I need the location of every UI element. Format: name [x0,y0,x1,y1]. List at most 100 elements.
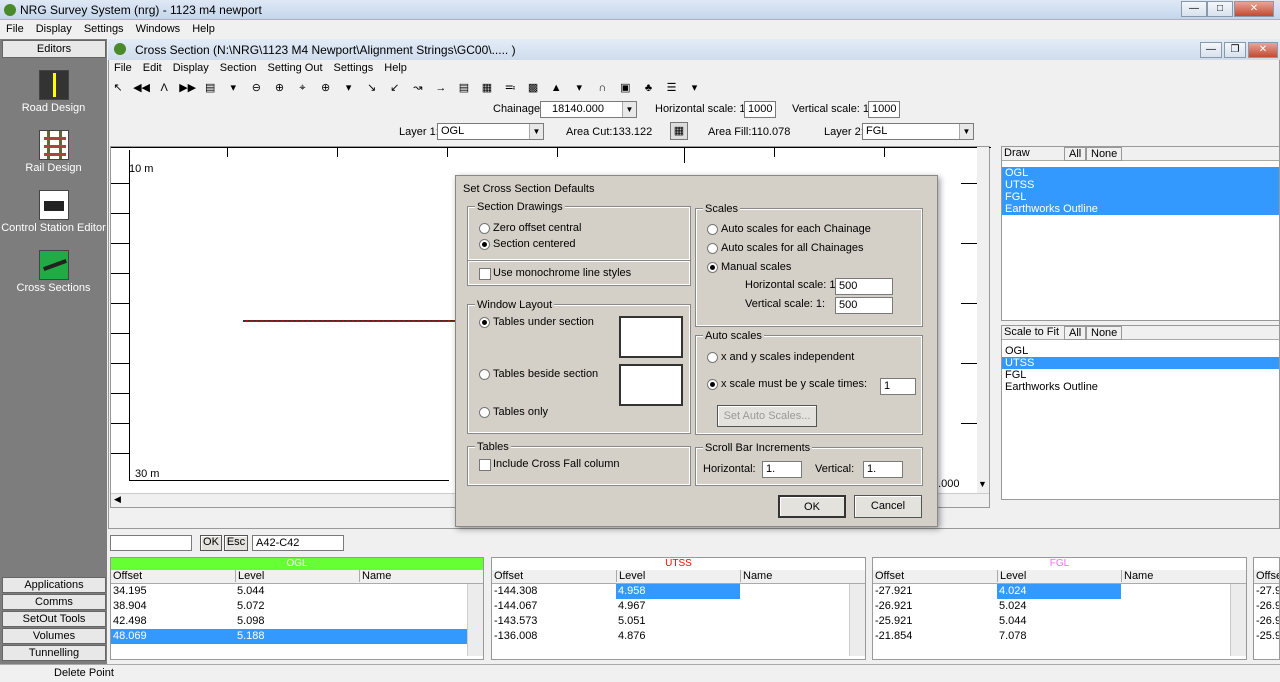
dropdown-icon[interactable]: ▾ [225,81,241,95]
hscale-input[interactable]: 1000 [744,101,776,118]
tunnel-icon[interactable]: ▣ [617,81,633,95]
layer2-select[interactable]: FGL ▼ [862,123,974,140]
child-minimize-button[interactable]: — [1200,42,1222,58]
chevron-down-icon[interactable]: ▼ [622,102,636,117]
arrow-right-icon[interactable]: → [433,81,449,95]
setout-tools-button[interactable]: SetOut Tools [2,611,106,627]
point-name-field[interactable]: A42-C42 [252,535,344,551]
table-row[interactable]: -21.854 7.078 [873,629,1246,644]
xy-independent-radio[interactable]: x and y scales independent [705,351,854,363]
draw-item[interactable]: UTSS [1002,179,1279,191]
draw-list[interactable]: Draw All None OGL UTSS FGL Earthworks Ou… [1001,146,1280,321]
menu-display[interactable]: Display [30,21,78,35]
table-row[interactable]: -144.308 4.958 [492,584,865,599]
draw-item[interactable]: FGL [1002,191,1279,203]
cs-menu-setting-out[interactable]: Setting Out [261,60,327,74]
table-scrollbar[interactable] [849,584,865,656]
menu-help[interactable]: Help [186,21,221,35]
table-row[interactable]: -144.067 4.967 [492,599,865,614]
cancel-button[interactable]: Cancel [854,495,922,518]
col-offset[interactable]: Offset [873,570,904,582]
table-row[interactable]: -26.921 5.024 [873,599,1246,614]
horizontal-incr-input[interactable]: 1. [762,461,802,478]
zoom-extents-icon[interactable]: ⊕ [318,81,334,95]
col-level[interactable]: Level [997,570,1026,582]
rail-design-tool[interactable]: Rail Design [0,130,107,174]
comms-button[interactable]: Comms [2,594,106,610]
forward-icon[interactable]: ▶▶ [179,81,196,95]
print-icon[interactable]: ▤ [202,81,218,95]
point-ok-button[interactable]: OK [200,535,222,551]
zoom-window-icon[interactable]: ⌖ [295,81,311,95]
zero-offset-radio[interactable]: Zero offset central [477,222,581,234]
col-level[interactable]: Level [235,570,264,582]
tables-beside-radio[interactable]: Tables beside section [477,368,598,380]
road-design-tool[interactable]: Road Design [0,70,107,114]
col-offset[interactable]: Offset [492,570,523,582]
profile-icon[interactable]: Λ [156,81,172,95]
cs-menu-section[interactable]: Section [214,60,262,74]
draw-item[interactable]: Earthworks Outline [1002,203,1279,215]
grid-icon[interactable]: ▦ [479,81,495,95]
fgl-table[interactable]: FGL Offset Level Name -27.921 4.024 -26.9… [872,557,1247,660]
tables-under-radio[interactable]: Tables under section [477,316,594,328]
table-row[interactable]: -136.008 4.876 [492,629,865,644]
bridge-icon[interactable]: ∩ [594,81,610,95]
set-auto-scales-button[interactable]: Set Auto Scales... [717,405,817,427]
manual-scales-radio[interactable]: Manual scales [705,261,791,273]
table-row[interactable]: -143.573 5.051 [492,614,865,629]
rewind-icon[interactable]: ◀◀ [133,81,150,95]
table-icon[interactable]: ▤ [456,81,472,95]
col-offset[interactable]: Offset [111,570,142,582]
earthworks-icon[interactable]: ▲ [548,81,564,95]
col-name[interactable]: Name [1121,570,1153,582]
child-close-button[interactable]: ✕ [1248,42,1278,58]
menu-file[interactable]: File [0,21,30,35]
close-button[interactable]: ✕ [1234,1,1274,17]
table-row[interactable]: 42.498 5.098 [111,614,483,629]
col-name[interactable]: Name [359,570,391,582]
table-row[interactable]: 48.069 5.188 [111,629,469,644]
draw-item[interactable]: OGL [1002,167,1279,179]
vscale-input[interactable]: 1000 [868,101,900,118]
menu-windows[interactable]: Windows [130,21,187,35]
col-offset[interactable]: Offset [1254,570,1279,582]
insert-point-icon[interactable]: ↝ [410,81,426,95]
vertical-scrollbar[interactable]: ▼ [977,147,989,493]
table-row[interactable]: -25.921 5.044 [873,614,1246,629]
tunnelling-button[interactable]: Tunnelling [2,645,106,661]
maximize-button[interactable]: □ [1207,1,1233,17]
tables-only-radio[interactable]: Tables only [477,406,548,418]
utss-table[interactable]: UTSS Offset Level Name -144.308 4.958 -14… [491,557,866,660]
scale-none-button[interactable]: None [1086,326,1123,340]
cs-menu-display[interactable]: Display [167,60,214,74]
chevron-down-icon[interactable]: ▼ [529,124,543,139]
editors-button[interactable]: Editors [2,40,106,58]
scale-item[interactable]: Earthworks Outline [1002,381,1279,393]
menu-settings[interactable]: Settings [78,21,130,35]
draw-none-button[interactable]: None [1086,147,1123,161]
table-row[interactable]: -25.9 [1254,629,1279,644]
cs-menu-edit[interactable]: Edit [137,60,167,74]
table-row[interactable]: 34.195 5.044 [111,584,483,599]
ogl-table[interactable]: OGL Offset Level Name 34.195 5.044 38.904… [110,557,484,660]
point-input[interactable] [110,535,192,551]
partial-table[interactable]: Offset -27.9 -26.9 -26.9 -25.9 [1253,557,1280,660]
table-scrollbar[interactable] [1230,584,1246,656]
dropdown-icon[interactable]: ▾ [571,81,587,95]
auto-each-radio[interactable]: Auto scales for each Chainage [705,223,871,235]
cross-fall-checkbox[interactable]: Include Cross Fall column [477,458,620,471]
dropdown-icon[interactable]: ▾ [341,81,357,95]
add-point-icon[interactable]: ↙ [387,81,403,95]
scale-list[interactable]: Scale to Fit All None OGL UTSS FGL Earth… [1001,325,1280,500]
cross-sections-tool[interactable]: Cross Sections [0,250,107,294]
calculator-icon[interactable]: ▦ [670,122,688,140]
table-row[interactable]: -27.921 4.024 [873,584,1246,599]
tree-icon[interactable]: ♣ [640,81,656,95]
ok-button[interactable]: OK [778,495,846,518]
h-scale-input[interactable]: 500 [835,278,893,295]
auto-all-radio[interactable]: Auto scales for all Chainages [705,242,863,254]
control-station-tool[interactable]: Control Station Editor [0,190,107,234]
pointer-icon[interactable]: ↖ [110,81,126,95]
vertical-incr-input[interactable]: 1. [863,461,903,478]
